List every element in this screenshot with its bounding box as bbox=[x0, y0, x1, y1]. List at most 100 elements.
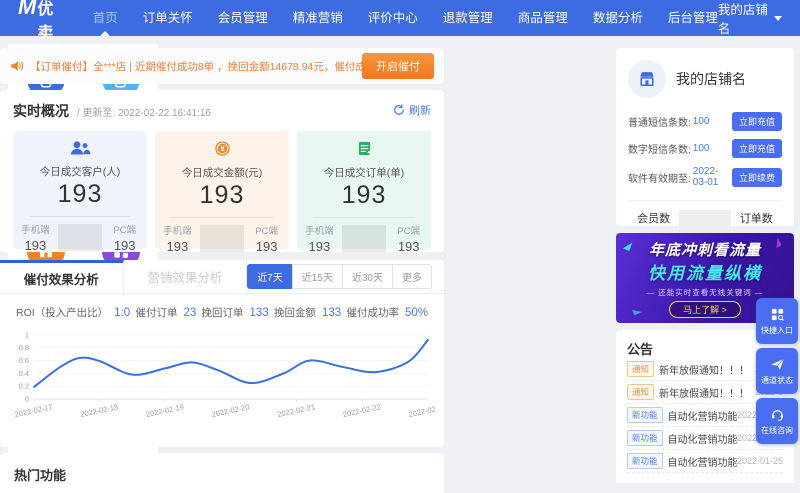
svg-text:2022-02-22: 2022-02-22 bbox=[342, 402, 381, 419]
mobile-label: 手机端 bbox=[163, 226, 192, 237]
sms-balance-row: 普通短信条数: 100 立即充值 bbox=[628, 112, 782, 131]
digital-sms-row: 数字短信条数: 100 立即充值 bbox=[628, 139, 782, 158]
stat-value: 193 bbox=[57, 180, 103, 208]
overview-updated-time: / 更新至: 2022-02-22 16:41:16 bbox=[77, 108, 211, 119]
notice-tag: 通知 bbox=[627, 384, 655, 400]
svg-text:2022-02-17: 2022-02-17 bbox=[14, 402, 53, 419]
nav-item-data-analysis[interactable]: 数据分析 bbox=[593, 0, 643, 36]
nav-item-review-center[interactable]: 评价中心 bbox=[368, 0, 418, 36]
banner-decor bbox=[772, 238, 782, 248]
banner-cta-button[interactable]: 马上了解 > bbox=[669, 300, 741, 318]
metric-roi: ROI（投入产出比） 1:0 bbox=[16, 307, 131, 319]
range-more-button[interactable]: 更多 bbox=[392, 264, 432, 289]
stat-title: 今日成交金额(元) bbox=[181, 167, 263, 179]
top-navbar: M 优卖 首页 订单关怀 会员管理 精准营销 评价中心 退款管理 商品管理 数据… bbox=[0, 0, 800, 42]
svg-text:2022-02-23: 2022-02-23 bbox=[408, 402, 436, 419]
mobile-label: 手机端 bbox=[305, 226, 334, 237]
nav-item-refund-mgmt[interactable]: 退款管理 bbox=[443, 0, 493, 36]
nav-item-home[interactable]: 首页 bbox=[93, 0, 118, 36]
yen-coin-icon: ¥ bbox=[214, 140, 231, 157]
mobile-value: 193 bbox=[24, 238, 47, 253]
mobile-value: 193 bbox=[308, 239, 331, 254]
banner-line3: — 还能实时查看无线关键词 — bbox=[646, 287, 764, 297]
notice-tag: 通知 bbox=[627, 361, 655, 377]
pc-value: 193 bbox=[255, 239, 278, 254]
date-range-group: 近7天 近15天 近30天 更多 bbox=[247, 260, 432, 293]
online-support-button[interactable]: 在线咨询 bbox=[756, 398, 798, 444]
stat-cards: 今日成交客户(人) 193 手机端 193 PC端 193 ¥ 今日成交金额(元) … bbox=[13, 131, 431, 254]
shop-store-icon bbox=[628, 60, 666, 98]
metric-recovered-amount: 挽回金额 133 bbox=[274, 307, 342, 319]
metric-recovered-orders: 挽回订单 133 bbox=[201, 307, 269, 319]
chevron-down-icon bbox=[774, 15, 782, 21]
banner-line2: 快用流量纵横 bbox=[648, 263, 762, 283]
recharge-button[interactable]: 立即充值 bbox=[731, 112, 782, 131]
tab-reminder-effect[interactable]: 催付效果分析 bbox=[0, 260, 124, 293]
stat-card-amount: ¥ 今日成交金额(元) 193 手机端 193 PC端 193 bbox=[155, 131, 289, 254]
notice-tag: 新功能 bbox=[627, 407, 663, 423]
svg-text:2022-02-18: 2022-02-18 bbox=[80, 402, 119, 419]
overview-title: 实时概况 bbox=[13, 103, 69, 119]
recharge-button[interactable]: 立即充值 bbox=[731, 139, 782, 158]
stat-title: 今日成交订单(单) bbox=[323, 167, 405, 179]
nav-item-backend-mgmt[interactable]: 后台管理 bbox=[668, 0, 718, 36]
stat-card-orders: 今日成交订单(单) 193 手机端 193 PC端 193 bbox=[297, 131, 431, 254]
banner-decor bbox=[632, 306, 642, 316]
refresh-button[interactable]: 刷新 bbox=[393, 102, 431, 118]
svg-text:0.8: 0.8 bbox=[19, 343, 29, 352]
announcement-bar: 【订单催付】全***店 | 近期催付成功8单 ，挽回金额14678.94元，催付… bbox=[0, 48, 444, 84]
channel-status-button[interactable]: 通道状态 bbox=[756, 348, 798, 394]
app-logo[interactable]: M 优卖 bbox=[18, 0, 63, 43]
speaker-icon bbox=[10, 59, 24, 73]
stat-card-customers: 今日成交客户(人) 193 手机端 193 PC端 193 bbox=[13, 131, 147, 253]
notice-item[interactable]: 新功能 自动化营销功能上线 2022-01-25 bbox=[627, 450, 783, 473]
refresh-icon bbox=[394, 104, 404, 115]
stat-title: 今日成交客户(人) bbox=[39, 166, 121, 178]
svg-text:1: 1 bbox=[25, 330, 29, 339]
svg-text:0.4: 0.4 bbox=[19, 369, 29, 378]
svg-text:0.6: 0.6 bbox=[19, 356, 29, 365]
quick-entry-button[interactable]: 快捷入口 bbox=[756, 298, 798, 344]
range-30d-button[interactable]: 近30天 bbox=[341, 264, 393, 289]
pc-label: PC端 bbox=[113, 225, 137, 236]
nav-item-precision-marketing[interactable]: 精准营销 bbox=[293, 0, 343, 36]
tab-marketing-effect[interactable]: 营销效果分析 bbox=[124, 260, 248, 293]
renew-button[interactable]: 立即续费 bbox=[731, 167, 782, 187]
nav-item-member-mgmt[interactable]: 会员管理 bbox=[218, 0, 268, 36]
notice-tag: 新功能 bbox=[627, 430, 663, 446]
logo-text: 优卖 bbox=[37, 0, 55, 42]
svg-text:2022-02-19: 2022-02-19 bbox=[145, 402, 184, 419]
account-dropdown[interactable]: 我的店铺名 bbox=[718, 0, 782, 37]
trend-chart: 0 0.2 0.4 0.6 0.8 1 2022-02-17 2022-02-18 2022-0… bbox=[14, 330, 447, 419]
hot-features-title: 热门功能 bbox=[14, 468, 67, 483]
svg-text:2022-02-21: 2022-02-21 bbox=[276, 402, 315, 419]
pc-value: 193 bbox=[113, 238, 136, 253]
svg-text:2022-02-20: 2022-02-20 bbox=[211, 402, 250, 419]
nav-item-order-care[interactable]: 订单关怀 bbox=[143, 0, 193, 36]
analysis-tabs: 催付效果分析 营销效果分析 近7天 近15天 近30天 更多 bbox=[0, 260, 444, 294]
range-15d-button[interactable]: 近15天 bbox=[291, 264, 343, 289]
headset-icon bbox=[771, 409, 783, 421]
mobile-value: 193 bbox=[166, 239, 189, 254]
nav-item-product-mgmt[interactable]: 商品管理 bbox=[518, 0, 568, 36]
logo-m-mark: M bbox=[18, 0, 37, 19]
mobile-label: 手机端 bbox=[21, 225, 50, 236]
pc-label: PC端 bbox=[255, 226, 279, 237]
floating-toolbar: 快捷入口 通道状态 在线咨询 bbox=[756, 298, 798, 444]
range-7d-button[interactable]: 近7天 bbox=[247, 264, 293, 289]
realtime-overview-card: 实时概况 / 更新至: 2022-02-22 16:41:16 刷新 今日成交客… bbox=[0, 90, 444, 254]
announcement-text: 【订单催付】全***店 | 近期催付成功8单 ，挽回金额14678.94元，催付… bbox=[30, 60, 362, 73]
banner-decor bbox=[622, 240, 633, 251]
start-reminder-button[interactable]: 开启催付 bbox=[362, 53, 434, 79]
pc-label: PC端 bbox=[397, 226, 421, 237]
pc-value: 193 bbox=[397, 239, 420, 254]
svg-text:0.2: 0.2 bbox=[19, 382, 29, 391]
svg-text:¥: ¥ bbox=[220, 144, 225, 154]
hot-features-card: 热门功能 bbox=[0, 453, 444, 493]
stat-value: 193 bbox=[341, 181, 387, 209]
license-expiry-row: 软件有效期至: 2022-03-01 立即续费 bbox=[628, 166, 782, 188]
notice-tag: 新功能 bbox=[627, 453, 663, 469]
shop-card-title: 我的店铺名 bbox=[676, 71, 746, 87]
grid-search-icon bbox=[771, 308, 784, 321]
order-doc-icon bbox=[356, 140, 373, 157]
